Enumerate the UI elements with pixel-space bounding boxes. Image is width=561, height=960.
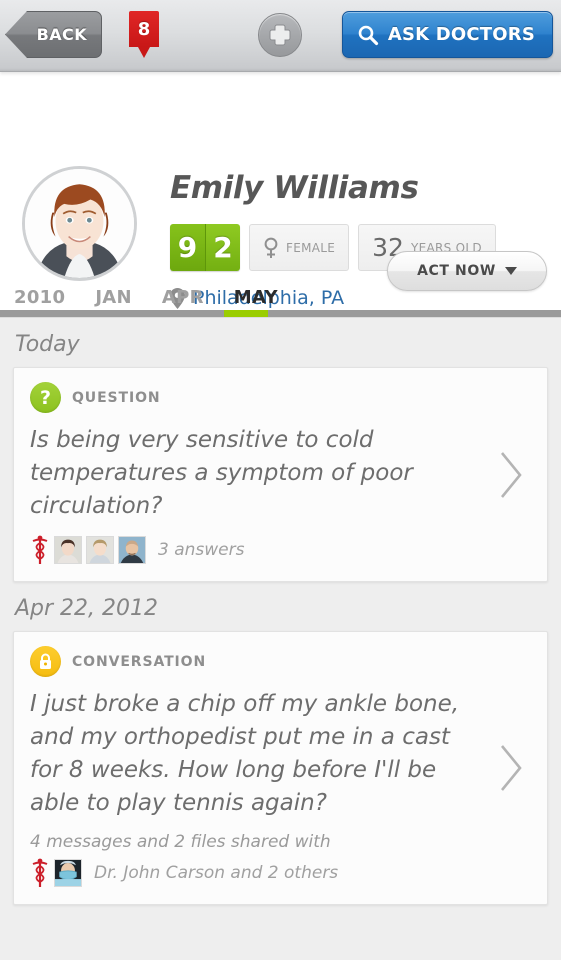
participant-avatar[interactable] — [54, 859, 82, 887]
activity-feed[interactable]: Today ? QUESTION Is being very sensitive… — [0, 317, 561, 960]
back-button[interactable]: BACK — [5, 11, 102, 58]
card-conversation-text: I just broke a chip off my ankle bone, a… — [30, 691, 460, 816]
timeline-tab-apr[interactable]: APR — [162, 287, 204, 310]
timeline-tab-jan[interactable]: JAN — [95, 287, 132, 310]
answers-count: 3 answers — [158, 540, 245, 560]
card-header: ? QUESTION — [30, 382, 531, 413]
ask-doctors-button[interactable]: ASK DOCTORS — [341, 11, 553, 58]
answerer-avatar[interactable] — [118, 536, 146, 564]
chevron-down-icon — [504, 267, 517, 275]
score-digit-2: 2 — [205, 224, 240, 271]
top-toolbar: BACK 8 ASK DOCTORS — [0, 0, 561, 72]
add-button[interactable] — [258, 13, 302, 57]
act-now-label: ACT NOW — [417, 263, 496, 279]
surgeon-photo — [55, 860, 81, 886]
card-category-label: CONVERSATION — [72, 653, 207, 670]
card-footer: Dr. John Carson and 2 others — [30, 858, 531, 888]
health-score-badge[interactable]: 9 2 — [170, 224, 240, 271]
card-header: CONVERSATION — [30, 646, 531, 677]
card-category-label: QUESTION — [72, 389, 161, 406]
card-footer: 3 answers — [30, 535, 531, 565]
doctor-photo — [55, 537, 81, 563]
feed-day-heading: Apr 22, 2012 — [15, 596, 159, 621]
caduceus-icon — [32, 535, 48, 564]
gender-label: FEMALE — [286, 240, 336, 255]
lock-icon — [30, 646, 61, 677]
badge-tail — [138, 47, 150, 58]
female-icon — [264, 237, 278, 258]
chevron-right-icon[interactable] — [495, 740, 527, 796]
feed-day-heading: Today — [15, 332, 80, 357]
card-question-text: Is being very sensitive to cold temperat… — [30, 427, 413, 519]
notifications-badge[interactable]: 8 — [129, 11, 159, 58]
answerer-avatar[interactable] — [54, 536, 82, 564]
doctor-photo — [119, 537, 145, 563]
feed-card-conversation[interactable]: CONVERSATION I just broke a chip off my … — [13, 631, 548, 905]
search-icon — [358, 25, 378, 45]
plus-icon — [269, 24, 291, 46]
timeline-tab-may[interactable]: MAY — [234, 287, 278, 310]
timeline-active-marker — [224, 310, 268, 317]
back-button-label: BACK — [36, 25, 87, 44]
lock-glyph — [40, 653, 51, 669]
user-photo — [25, 169, 134, 278]
feed-card-question[interactable]: ? QUESTION Is being very sensitive to co… — [13, 367, 548, 582]
doctor-photo — [87, 537, 113, 563]
conversation-summary: 4 messages and 2 files shared with — [30, 832, 331, 852]
timeline-tab-2010[interactable]: 2010 — [14, 287, 65, 310]
page-title: Emily Williams — [170, 170, 419, 206]
score-digit-1: 9 — [170, 224, 205, 271]
notifications-count: 8 — [129, 11, 159, 47]
answerer-avatar[interactable] — [86, 536, 114, 564]
participants-text: Dr. John Carson and 2 others — [94, 863, 339, 883]
chevron-right-icon[interactable] — [495, 447, 527, 503]
avatar[interactable] — [22, 166, 137, 281]
app-screen: BACK 8 ASK DOCTORS Emily Williams 9 2 FE… — [0, 0, 561, 960]
gender-chip[interactable]: FEMALE — [249, 224, 350, 271]
timeline-bar[interactable] — [0, 310, 561, 317]
ask-doctors-label: ASK DOCTORS — [387, 24, 535, 45]
question-mark-icon: ? — [30, 382, 61, 413]
caduceus-icon — [32, 858, 48, 887]
act-now-button[interactable]: ACT NOW — [387, 251, 547, 291]
